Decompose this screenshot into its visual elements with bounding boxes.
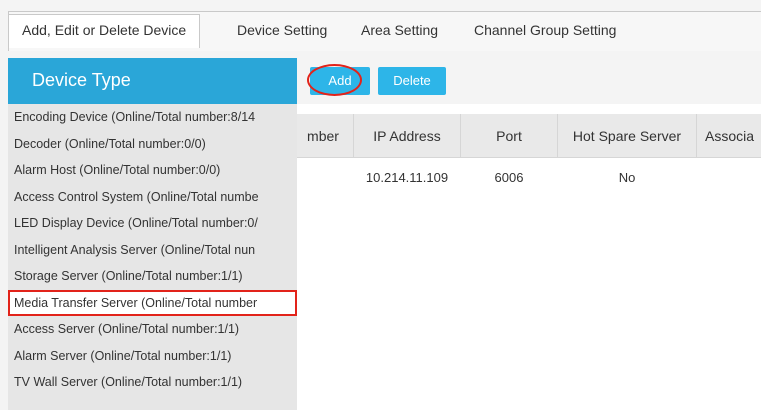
toolbar: Add Delete <box>297 58 761 104</box>
table-cell-port[interactable]: 6006 <box>461 158 557 198</box>
device-type-list: Encoding Device (Online/Total number:8/1… <box>8 104 297 396</box>
add-button-highlight <box>307 64 362 96</box>
device-list-area: Add Delete mber IP Address Port Hot Spar… <box>297 58 761 410</box>
device-type-item-alarm-server[interactable]: Alarm Server (Online/Total number:1/1) <box>8 343 297 370</box>
device-type-item-access-control-system[interactable]: Access Control System (Online/Total numb… <box>8 184 297 211</box>
device-type-title: Device Type <box>8 58 297 104</box>
column-header-ip-address[interactable]: IP Address <box>354 114 460 158</box>
table-header: mber IP Address Port Hot Spare Server As… <box>297 114 761 158</box>
tab-area-setting[interactable]: Area Setting <box>361 11 438 50</box>
device-type-item-tv-wall-server[interactable]: TV Wall Server (Online/Total number:1/1) <box>8 369 297 396</box>
column-header-number[interactable]: mber <box>297 114 351 158</box>
device-type-item-encoding-device[interactable]: Encoding Device (Online/Total number:8/1… <box>8 104 297 131</box>
device-type-item-led-display-device[interactable]: LED Display Device (Online/Total number:… <box>8 210 297 237</box>
device-type-panel: Device Type Encoding Device (Online/Tota… <box>8 58 297 410</box>
device-type-item-access-server[interactable]: Access Server (Online/Total number:1/1) <box>8 316 297 343</box>
column-header-associated[interactable]: Associa <box>697 114 761 158</box>
tab-device-setting[interactable]: Device Setting <box>237 11 327 50</box>
device-management-window: Add, Edit or Delete Device Device Settin… <box>0 0 761 410</box>
column-header-hot-spare-server[interactable]: Hot Spare Server <box>558 114 696 158</box>
tab-channel-group-setting[interactable]: Channel Group Setting <box>474 11 616 50</box>
device-type-item-media-transfer-server[interactable]: Media Transfer Server (Online/Total numb… <box>8 289 297 316</box>
table-cell-hot-spare-server[interactable]: No <box>558 158 696 198</box>
device-type-item-storage-server[interactable]: Storage Server (Online/Total number:1/1) <box>8 263 297 290</box>
device-type-item-decoder[interactable]: Decoder (Online/Total number:0/0) <box>8 131 297 158</box>
device-type-item-intelligent-analysis-server[interactable]: Intelligent Analysis Server (Online/Tota… <box>8 237 297 264</box>
tab-add-edit-delete-device[interactable]: Add, Edit or Delete Device <box>8 14 201 48</box>
column-header-port[interactable]: Port <box>461 114 557 158</box>
delete-button[interactable]: Delete <box>378 67 446 95</box>
device-type-item-alarm-host[interactable]: Alarm Host (Online/Total number:0/0) <box>8 157 297 184</box>
table-cell-ip-address[interactable]: 10.214.11.109 <box>354 158 460 198</box>
